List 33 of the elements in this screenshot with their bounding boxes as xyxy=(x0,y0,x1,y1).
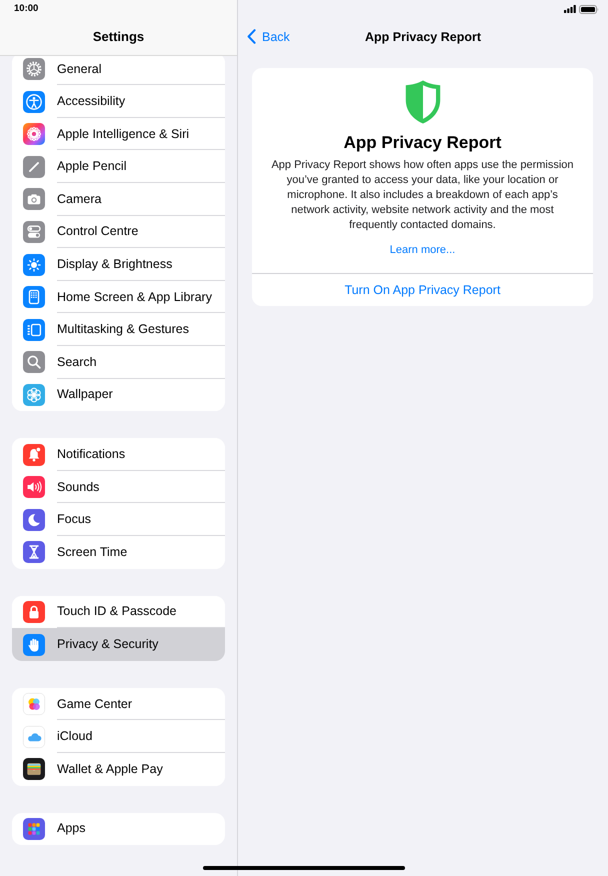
status-time: 10:00 xyxy=(13,2,38,16)
app-grid-icon xyxy=(23,818,45,840)
toggles-icon xyxy=(23,220,45,243)
window-dots-icon xyxy=(23,318,45,341)
accessibility-icon xyxy=(23,90,45,113)
lock-icon xyxy=(23,600,45,623)
camera-icon xyxy=(23,188,45,210)
nav-title: App Privacy Report xyxy=(364,30,481,44)
speaker-icon xyxy=(23,476,45,498)
learn-more-link[interactable]: Learn more... xyxy=(390,243,456,258)
search-icon xyxy=(23,351,45,374)
flower-ring-icon xyxy=(23,123,45,146)
flower-icon xyxy=(23,384,45,406)
card-description: App Privacy Report shows how often apps use the permission you’ve granted to access your data, like your location or microphone. It also includes a breakdown of each app’s network activity, website network activity and the most frequently contacted domains. xyxy=(270,158,575,233)
sidebar-item[interactable]: Privacy & Security xyxy=(12,628,225,661)
sun-icon xyxy=(23,254,45,276)
shield-icon xyxy=(404,80,440,124)
hand-icon xyxy=(23,634,45,656)
battery-icon xyxy=(579,4,599,14)
pencil-icon xyxy=(23,156,45,178)
bubbles-icon xyxy=(23,693,45,716)
bell-icon xyxy=(23,444,45,466)
moon-icon xyxy=(23,508,45,531)
wallet-icon xyxy=(23,758,45,780)
chevron-left-icon xyxy=(247,29,256,44)
card-title: App Privacy Report xyxy=(344,133,502,153)
cloud-icon xyxy=(23,726,45,748)
hourglass-icon xyxy=(23,541,45,564)
gear-icon xyxy=(23,58,45,80)
sidebar-title: Settings xyxy=(92,28,146,46)
phone-grid-icon xyxy=(23,286,45,308)
signal-icon xyxy=(564,5,576,13)
back-button[interactable]: Back xyxy=(247,29,290,44)
